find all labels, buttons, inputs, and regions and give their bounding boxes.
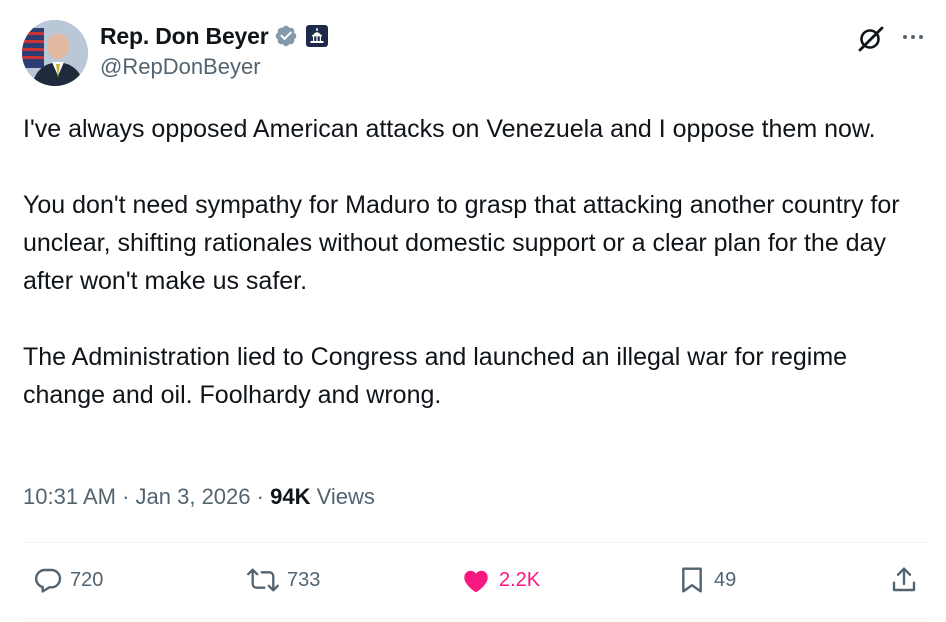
tweet-paragraph: I've always opposed American attacks on … bbox=[23, 115, 876, 143]
heart-icon bbox=[459, 564, 493, 596]
tweet-meta: 10:31 AM · Jan 3, 2026 · 94K Views bbox=[23, 484, 375, 510]
tweet: Rep. Don Beyer @RepDonBeyer I've always … bbox=[0, 0, 946, 622]
reply-button[interactable]: 720 bbox=[32, 562, 103, 598]
grok-icon[interactable] bbox=[856, 24, 886, 54]
repost-button[interactable]: 733 bbox=[245, 562, 320, 598]
meta-separator: · bbox=[122, 484, 130, 509]
more-icon[interactable] bbox=[898, 22, 928, 52]
tweet-time[interactable]: 10:31 AM bbox=[23, 484, 116, 509]
avatar-image bbox=[22, 20, 88, 86]
author-handle[interactable]: @RepDonBeyer bbox=[100, 54, 261, 80]
reply-count: 720 bbox=[70, 568, 104, 591]
tweet-paragraph: You don't need sympathy for Maduro to gr… bbox=[23, 191, 900, 295]
repost-icon bbox=[245, 564, 281, 596]
verified-badge-icon[interactable] bbox=[274, 24, 298, 48]
tweet-text: I've always opposed American attacks on … bbox=[23, 110, 928, 414]
bookmark-button[interactable]: 49 bbox=[676, 562, 736, 598]
tweet-paragraph: The Administration lied to Congress and … bbox=[23, 343, 848, 409]
views-count[interactable]: 94K bbox=[270, 484, 310, 509]
capitol-building-icon[interactable] bbox=[306, 25, 329, 47]
like-button[interactable]: 2.2K bbox=[459, 562, 540, 598]
share-button[interactable] bbox=[888, 562, 920, 598]
divider bbox=[22, 618, 928, 619]
like-count: 2.2K bbox=[499, 568, 541, 591]
display-name[interactable]: Rep. Don Beyer bbox=[100, 23, 269, 50]
share-icon bbox=[888, 564, 920, 596]
bookmark-icon bbox=[676, 564, 708, 596]
tweet-date[interactable]: Jan 3, 2026 bbox=[136, 484, 251, 509]
bookmark-count: 49 bbox=[714, 568, 737, 591]
repost-count: 733 bbox=[287, 568, 321, 591]
author-name-row: Rep. Don Beyer bbox=[100, 20, 329, 52]
divider bbox=[22, 542, 928, 543]
reply-icon bbox=[32, 564, 64, 596]
meta-separator: · bbox=[256, 484, 264, 509]
avatar[interactable] bbox=[22, 20, 88, 86]
views-label[interactable]: Views bbox=[317, 484, 375, 509]
